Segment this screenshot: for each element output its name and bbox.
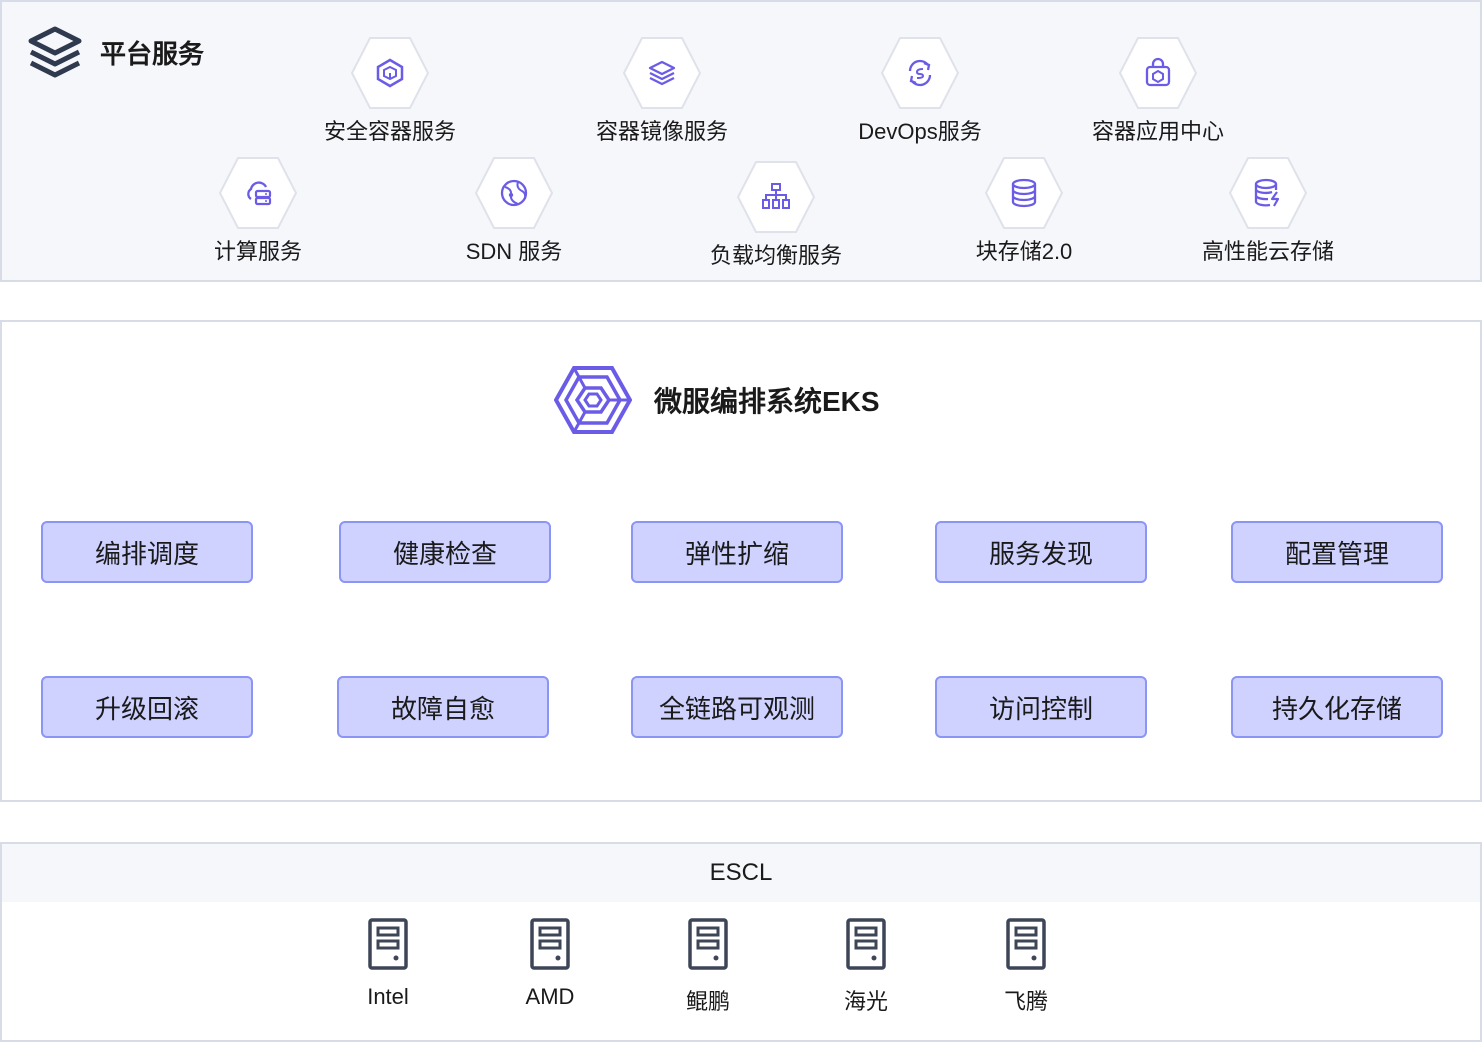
feature-config-management[interactable]: 配置管理	[1231, 521, 1443, 583]
service-container-image[interactable]: 容器镜像服务	[552, 36, 772, 146]
secure-box-icon	[350, 36, 430, 110]
service-label: 负载均衡服务	[709, 243, 842, 268]
feature-autoscaling[interactable]: 弹性扩缩	[631, 521, 843, 583]
feature-health-check[interactable]: 健康检查	[339, 521, 551, 583]
escl-header: ESCL	[0, 842, 1482, 904]
feature-access-control[interactable]: 访问控制	[935, 676, 1147, 738]
service-load-balancer[interactable]: 负载均衡服务	[666, 160, 886, 270]
network-globe-icon	[474, 156, 554, 230]
server-icon	[1006, 918, 1046, 970]
server-icon	[688, 918, 728, 970]
layers-stack-icon	[28, 26, 82, 78]
server-icon	[368, 918, 408, 970]
platform-services-section: 平台服务 安全容器服务 容器镜像服务 DevOps服务 容器应用中心 计算服务 …	[0, 0, 1482, 282]
hardware-intel[interactable]: Intel	[328, 918, 448, 1010]
feature-orchestration-scheduling[interactable]: 编排调度	[41, 521, 253, 583]
platform-title: 平台服务	[26, 24, 204, 80]
service-secure-container[interactable]: 安全容器服务	[280, 36, 500, 146]
service-app-center[interactable]: 容器应用中心	[1048, 36, 1268, 146]
service-label: 容器应用中心	[1091, 119, 1224, 144]
devops-cycle-icon	[880, 36, 960, 110]
server-icon	[846, 918, 886, 970]
eks-hexagon-logo-icon	[554, 366, 632, 434]
service-label: 计算服务	[213, 239, 302, 264]
hardware-label: 海光	[843, 989, 888, 1014]
cloud-server-icon	[218, 156, 298, 230]
hardware-kunpeng[interactable]: 鲲鹏	[648, 918, 768, 1016]
feature-observability[interactable]: 全链路可观测	[631, 676, 843, 738]
feature-persistent-storage[interactable]: 持久化存储	[1231, 676, 1443, 738]
load-balancer-tree-icon	[736, 160, 816, 234]
feature-self-healing[interactable]: 故障自愈	[337, 676, 549, 738]
database-icon	[984, 156, 1064, 230]
database-bolt-icon	[1228, 156, 1308, 230]
eks-title: 微服编排系统EKS	[554, 364, 880, 436]
service-block-storage[interactable]: 块存储2.0	[914, 156, 1134, 266]
service-label: SDN 服务	[465, 239, 563, 264]
service-label: 安全容器服务	[323, 119, 456, 144]
service-label: DevOps服务	[858, 119, 982, 144]
feature-upgrade-rollback[interactable]: 升级回滚	[41, 676, 253, 738]
escl-title: ESCL	[709, 859, 773, 886]
hardware-phytium[interactable]: 飞腾	[966, 918, 1086, 1016]
hardware-amd[interactable]: AMD	[490, 918, 610, 1010]
eks-section: 微服编排系统EKS 编排调度 健康检查 弹性扩缩 服务发现 配置管理 升级回滚 …	[0, 320, 1482, 802]
hardware-label: 飞腾	[1003, 989, 1048, 1014]
hardware-label: AMD	[525, 984, 575, 1009]
escl-hardware-section: Intel AMD 鲲鹏 海光 飞腾	[0, 902, 1482, 1042]
platform-title-label: 平台服务	[100, 38, 205, 69]
app-bag-icon	[1118, 36, 1198, 110]
layers-image-icon	[622, 36, 702, 110]
eks-title-label: 微服编排系统EKS	[654, 386, 880, 417]
service-label: 高性能云存储	[1201, 239, 1334, 264]
service-hp-cloud-storage[interactable]: 高性能云存储	[1158, 156, 1378, 266]
hardware-label: 鲲鹏	[685, 989, 730, 1014]
service-label: 块存储2.0	[975, 239, 1073, 264]
service-devops[interactable]: DevOps服务	[810, 36, 1030, 146]
service-label: 容器镜像服务	[595, 119, 728, 144]
service-sdn[interactable]: SDN 服务	[404, 156, 624, 266]
hardware-hygon[interactable]: 海光	[806, 918, 926, 1016]
hardware-label: Intel	[367, 984, 409, 1009]
feature-service-discovery[interactable]: 服务发现	[935, 521, 1147, 583]
server-icon	[530, 918, 570, 970]
service-compute[interactable]: 计算服务	[148, 156, 368, 266]
